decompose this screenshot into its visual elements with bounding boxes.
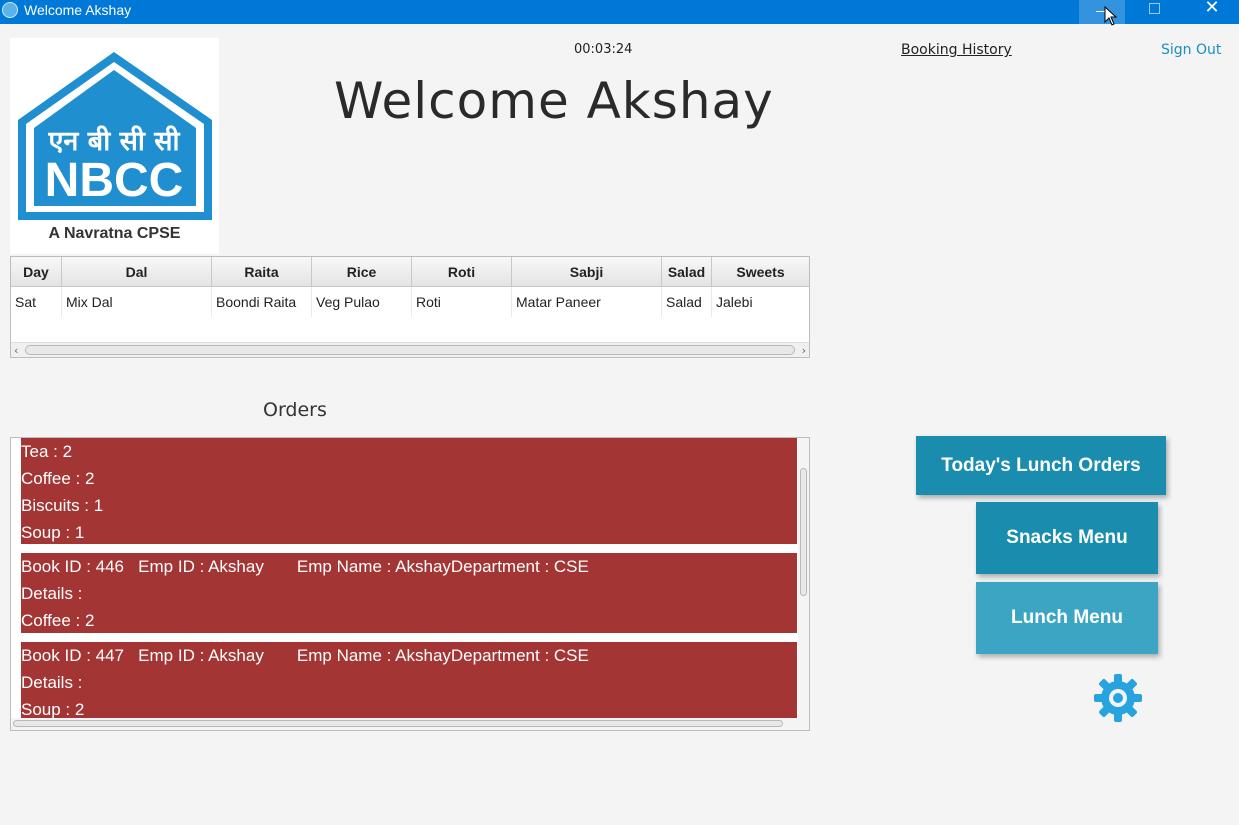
- snacks-menu-button[interactable]: Snacks Menu: [976, 502, 1158, 574]
- gear-icon[interactable]: [1093, 673, 1143, 723]
- column-header-salad[interactable]: Salad: [662, 257, 712, 287]
- scroll-left-icon[interactable]: ‹: [14, 343, 18, 358]
- logo-hindi-text: एन बी सी सी: [47, 125, 180, 157]
- todays-lunch-orders-button[interactable]: Today's Lunch Orders: [916, 436, 1166, 495]
- column-header-roti[interactable]: Roti: [412, 257, 512, 287]
- orders-horizontal-scrollbar[interactable]: [11, 718, 809, 730]
- order-line: Details :: [21, 584, 83, 603]
- session-timer: 00:03:24: [574, 42, 633, 57]
- order-line: Soup : 1: [21, 523, 85, 542]
- cell-dal: Mix Dal: [62, 287, 212, 317]
- order-line: Tea : 2: [21, 442, 73, 461]
- table-row[interactable]: Sat Mix Dal Boondi Raita Veg Pulao Roti …: [11, 287, 809, 317]
- window-titlebar: Welcome Akshay ✕: [0, 0, 1239, 24]
- app-icon: [2, 2, 18, 18]
- order-card[interactable]: Book ID : 447 Emp ID : Akshay Emp Name :…: [21, 642, 797, 719]
- order-line: Biscuits : 1: [21, 496, 104, 515]
- scroll-right-icon[interactable]: ›: [802, 343, 806, 358]
- column-header-dal[interactable]: Dal: [62, 257, 212, 287]
- sign-out-link[interactable]: Sign Out: [1161, 42, 1221, 58]
- column-header-day[interactable]: Day: [11, 257, 62, 287]
- column-header-rice[interactable]: Rice: [312, 257, 412, 287]
- lunch-menu-button[interactable]: Lunch Menu: [976, 582, 1158, 654]
- nbcc-logo-house-icon: एन बी सी सी NBCC: [18, 52, 212, 220]
- orders-list[interactable]: Tea : 2 Coffee : 2 Biscuits : 1 Soup : 1…: [10, 437, 810, 731]
- table-header: Day Dal Raita Rice Roti Sabji Salad Swee…: [11, 257, 809, 287]
- orders-heading: Orders: [263, 399, 327, 421]
- cell-raita: Boondi Raita: [212, 287, 312, 317]
- booking-history-link[interactable]: Booking History: [901, 42, 1012, 58]
- scrollbar-thumb[interactable]: [25, 345, 795, 355]
- scrollbar-thumb[interactable]: [13, 720, 783, 727]
- cell-salad: Salad: [662, 287, 712, 317]
- order-card[interactable]: Book ID : 446 Emp ID : Akshay Emp Name :…: [21, 553, 797, 633]
- order-card[interactable]: Tea : 2 Coffee : 2 Biscuits : 1 Soup : 1: [21, 438, 797, 544]
- window-title: Welcome Akshay: [24, 2, 132, 18]
- scrollbar-thumb[interactable]: [800, 468, 807, 596]
- close-button[interactable]: ✕: [1189, 0, 1235, 24]
- logo-brand-text: NBCC: [45, 154, 184, 207]
- order-line: Details :: [21, 673, 83, 692]
- lunch-menu-table: Day Dal Raita Rice Roti Sabji Salad Swee…: [10, 256, 810, 358]
- orders-vertical-scrollbar[interactable]: [798, 438, 809, 718]
- cell-roti: Roti: [412, 287, 512, 317]
- column-header-sweets[interactable]: Sweets: [712, 257, 809, 287]
- maximize-button[interactable]: [1131, 0, 1177, 24]
- table-horizontal-scrollbar[interactable]: ‹ ›: [11, 342, 809, 357]
- logo-caption: A Navratna CPSE: [48, 225, 181, 242]
- order-line: Coffee : 2: [21, 469, 95, 488]
- cell-day: Sat: [11, 287, 62, 317]
- order-line: Book ID : 446 Emp ID : Akshay Emp Name :…: [21, 557, 589, 576]
- cell-rice: Veg Pulao: [312, 287, 412, 317]
- page-title: Welcome Akshay: [334, 72, 774, 130]
- cell-sabji: Matar Paneer: [512, 287, 662, 317]
- column-header-raita[interactable]: Raita: [212, 257, 312, 287]
- order-line: Book ID : 447 Emp ID : Akshay Emp Name :…: [21, 646, 589, 665]
- order-line: Coffee : 2: [21, 611, 95, 630]
- column-header-sabji[interactable]: Sabji: [512, 257, 662, 287]
- minimize-button[interactable]: [1079, 0, 1125, 24]
- cell-sweets: Jalebi: [716, 294, 753, 310]
- nbcc-logo: एन बी सी सी NBCC A Navratna CPSE: [10, 38, 219, 254]
